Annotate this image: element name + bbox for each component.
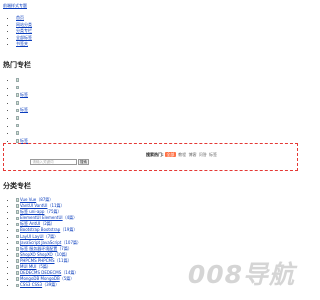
category-link[interactable]: DEDECMS DEDECMS	[20, 270, 61, 275]
broken-image-icon	[16, 259, 19, 263]
hot-list-item[interactable]	[16, 129, 28, 137]
search-input[interactable]: 请输入关键词	[30, 158, 77, 165]
category-link[interactable]: VantUI VantUI	[20, 203, 47, 208]
category-count: （4篇）	[62, 215, 78, 221]
category-count: （2篇）	[40, 221, 55, 227]
hot-list-item[interactable]	[16, 76, 28, 84]
category-count: （75篇）	[44, 209, 62, 215]
broken-image-icon	[16, 108, 19, 113]
broken-image-icon	[16, 101, 19, 105]
broken-image-icon	[16, 85, 19, 90]
hot-list-item[interactable]	[16, 99, 28, 107]
hot-search-label: 搜索热门:	[146, 152, 164, 157]
search-panel: 搜索热门: 全部 教程 博客 问答 标签 请输入关键词 搜索	[3, 143, 298, 171]
category-count: （107篇）	[61, 239, 82, 245]
category-link[interactable]: 标签 AntUI	[20, 221, 40, 226]
category-count: （19篇）	[60, 227, 78, 233]
broken-image-icon	[16, 123, 19, 128]
category-link[interactable]: MUI MUI	[20, 264, 36, 269]
broken-image-icon	[16, 277, 19, 281]
hot-keyword[interactable]: 标签	[209, 152, 217, 157]
broken-image-icon	[16, 247, 19, 251]
top-nav-link-categories[interactable]: 网站分类	[16, 22, 32, 27]
watermark: 008导航	[175, 259, 295, 291]
broken-image-icon	[16, 93, 19, 97]
category-link[interactable]: ShopXO ShopXO	[20, 252, 53, 257]
broken-image-icon	[16, 222, 19, 227]
hot-list-item[interactable]: 标签	[16, 106, 28, 114]
category-count: （5篇）	[59, 276, 75, 282]
broken-image-icon	[16, 283, 19, 288]
broken-image-icon	[16, 234, 19, 239]
hot-keyword[interactable]: 教程	[178, 152, 186, 157]
broken-image-icon	[16, 131, 19, 135]
broken-image-icon	[16, 210, 19, 214]
category-count: （87篇）	[36, 197, 54, 202]
broken-image-icon	[16, 271, 19, 275]
hot-search-keywords: 搜索热门: 全部 教程 博客 问答 标签	[146, 152, 217, 157]
hot-list-item[interactable]	[16, 114, 28, 122]
broken-image-icon	[16, 240, 19, 245]
category-count: （10篇）	[52, 251, 70, 257]
top-nav-item: 书签夹	[16, 41, 32, 48]
broken-image-icon	[16, 228, 19, 233]
hot-list-item[interactable]	[16, 122, 28, 130]
category-link[interactable]: LayUI LayUI	[20, 234, 44, 239]
category-link[interactable]: JavaScript JavaScript	[20, 240, 61, 245]
hot-item-link[interactable]: 标签	[20, 92, 28, 97]
category-count: （14篇）	[61, 270, 79, 276]
category-list: Vue Vue（87篇） VantUI VantUI（11篇） 标签 uni-a…	[12, 197, 81, 288]
category-count: （7篇）	[43, 233, 59, 239]
broken-image-icon	[16, 204, 19, 208]
category-count: （11篇）	[47, 203, 65, 209]
category-link[interactable]: MongoDB MongoDB	[20, 276, 60, 281]
category-link[interactable]: Vue Vue	[20, 197, 36, 202]
category-link[interactable]: PHPCMS PHPCMS	[20, 258, 55, 263]
broken-image-icon	[16, 198, 19, 202]
broken-image-icon	[16, 139, 19, 143]
category-count: （39篇）	[42, 282, 60, 288]
hot-keyword-active[interactable]: 全部	[164, 152, 176, 157]
broken-image-icon	[16, 78, 19, 82]
hot-item-link[interactable]: 标签	[20, 138, 28, 143]
category-link[interactable]: ElementUI ElementUI	[20, 215, 63, 220]
breadcrumb[interactable]: 前端样式专题	[3, 3, 27, 8]
top-nav-link-tags[interactable]: 全部标签	[16, 35, 32, 40]
category-link[interactable]: Bootstrap Bootstrap	[20, 227, 60, 232]
hot-section-title: 热门专栏	[3, 61, 31, 69]
hot-keyword[interactable]: 博客	[188, 152, 196, 157]
hot-list-item[interactable]	[16, 84, 28, 92]
top-nav-link-home[interactable]: 首页	[16, 15, 24, 20]
category-link[interactable]: 标签 服务器环境配置	[20, 246, 57, 251]
hot-item-link[interactable]: 标签	[20, 107, 28, 112]
hot-list-item[interactable]: 标签	[16, 91, 28, 99]
category-link[interactable]: 标签 uni-app	[20, 209, 44, 214]
hot-list: 标签 标签 标签	[12, 76, 28, 144]
broken-image-icon	[16, 216, 19, 221]
watermark-text: 008导航	[187, 260, 295, 289]
broken-image-icon	[16, 253, 19, 257]
search-button[interactable]: 搜索	[78, 158, 89, 165]
top-nav: 首页 网站分类 分类专栏 全部标签 书签夹	[12, 15, 32, 48]
top-nav-link-bookmarks[interactable]: 书签夹	[16, 41, 28, 46]
broken-image-icon	[16, 265, 19, 269]
hot-keyword[interactable]: 问答	[199, 152, 207, 157]
category-count: （11篇）	[54, 257, 72, 263]
category-count: （7篇）	[57, 245, 72, 251]
category-count: （5篇）	[36, 264, 51, 270]
category-list-item[interactable]: CSS3 CSS3（39篇）	[16, 282, 81, 288]
category-section-title: 分类专栏	[3, 182, 31, 190]
broken-image-icon	[16, 116, 19, 120]
top-nav-link-columns[interactable]: 分类专栏	[16, 28, 32, 33]
category-link[interactable]: CSS3 CSS3	[20, 282, 42, 287]
